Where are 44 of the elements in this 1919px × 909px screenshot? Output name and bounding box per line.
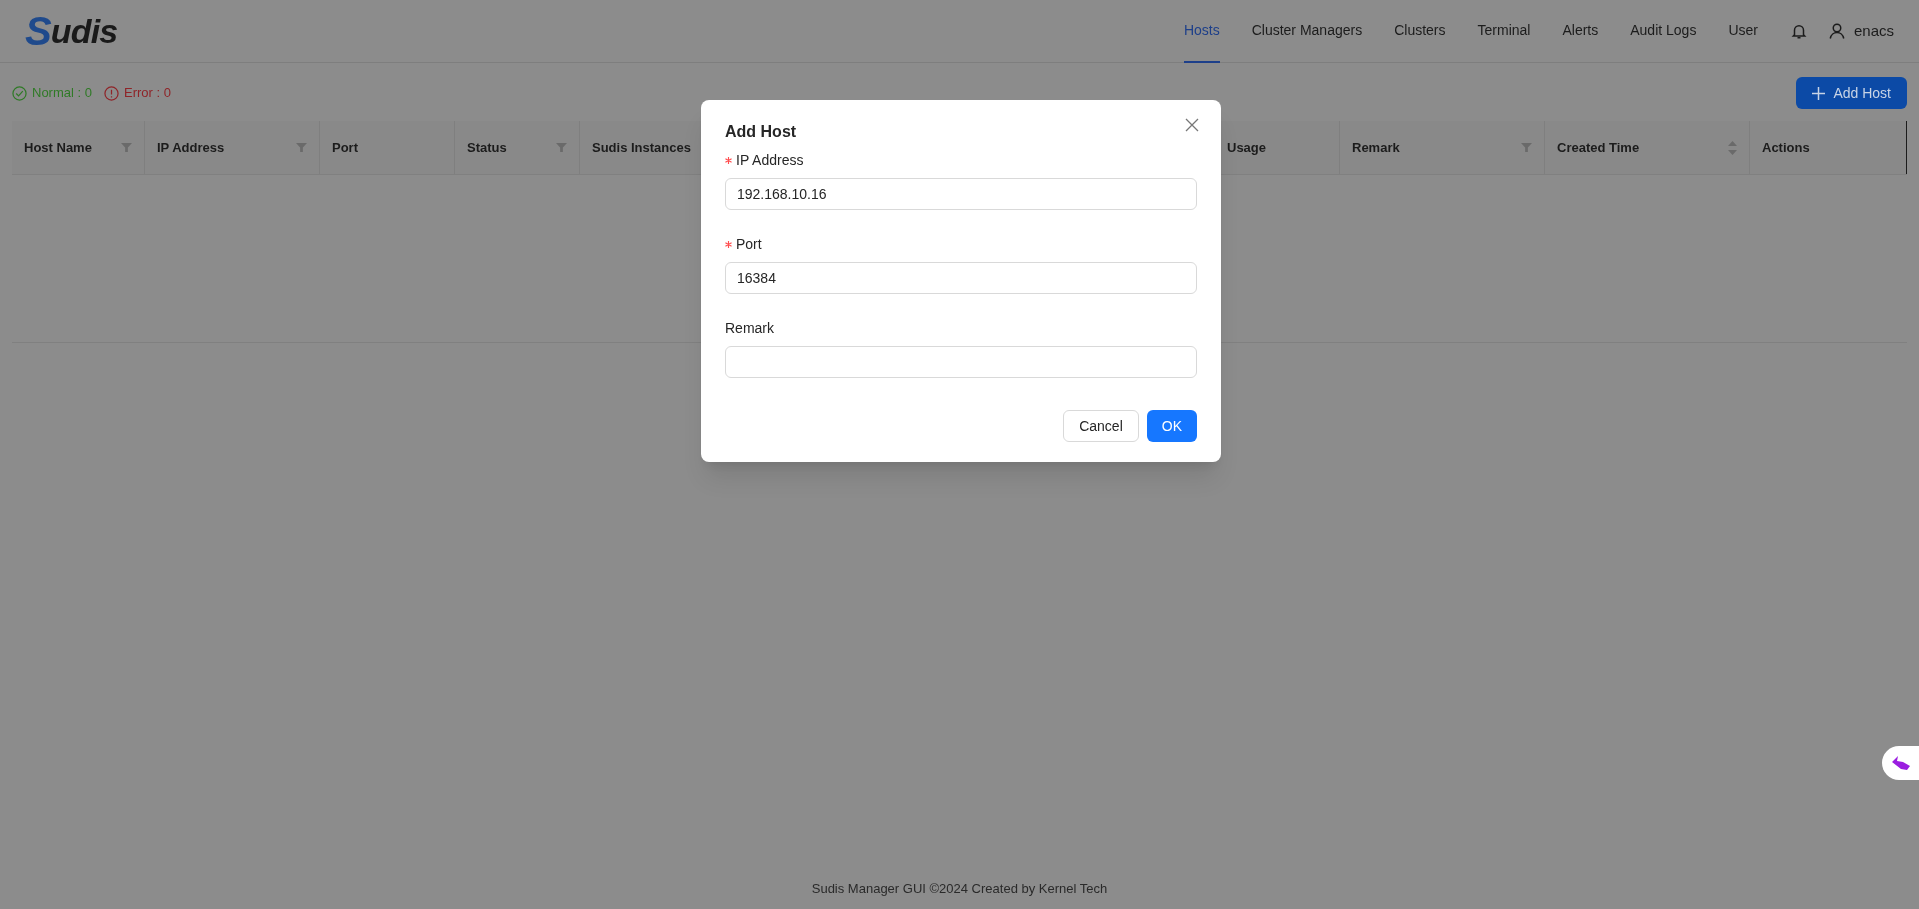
column-header: Remark [1352,138,1400,157]
add-host-button[interactable]: Add Host [1796,77,1907,109]
nav-tab[interactable]: Cluster Managers [1251,0,1363,63]
bell-icon[interactable] [1789,22,1808,40]
filter-icon[interactable] [1521,142,1532,153]
column-header: Actions [1762,138,1810,157]
field-label: Port [736,234,762,254]
field-label: Remark [725,318,774,338]
ok-button[interactable]: OK [1146,410,1197,442]
column-header: Port [332,138,358,157]
status-count: Error : 0 [123,84,171,103]
floating-widget[interactable] [1882,746,1919,780]
column-header: Host Name [24,138,92,157]
column-header: Usage [1227,138,1267,157]
sort-icon[interactable] [1728,140,1737,155]
column-header: Status [467,138,507,157]
filter-icon[interactable] [556,142,567,153]
nav-tab[interactable]: User [1728,0,1758,63]
status-count: Normal : 0 [32,84,92,103]
close-icon[interactable] [1185,118,1199,132]
column-header: IP Address [157,138,225,157]
logo[interactable]: Sudis [25,11,118,51]
filter-icon[interactable] [121,142,132,153]
bird-icon [1892,756,1910,770]
nav-tab[interactable]: Clusters [1394,0,1446,63]
nav-tab[interactable]: Alerts [1562,0,1599,63]
nav-tab[interactable]: Hosts [1183,0,1220,63]
alert-circle-icon [103,85,119,101]
user-name[interactable]: enacs [1853,19,1894,43]
nav-tab[interactable]: Terminal [1477,0,1531,63]
cancel-button[interactable]: Cancel [1063,410,1139,442]
column-header: Created Time [1557,138,1640,157]
check-circle-icon [12,85,27,101]
dialog-title: Add Host [725,122,797,142]
footer-text: Sudis Manager GUI ©2024 Created by Kernel Tech [810,880,1109,898]
field-label: IP Address [736,150,804,170]
nav-tab[interactable]: Audit Logs [1630,0,1697,63]
plus-icon [1812,86,1826,100]
column-header: Sudis Instances [592,138,691,157]
text-field[interactable] [725,346,1197,378]
text-field[interactable]: 16384 [725,262,1197,294]
text-field[interactable]: 192.168.10.16 [725,178,1197,210]
filter-icon[interactable] [296,142,307,153]
user-icon[interactable] [1827,22,1846,40]
